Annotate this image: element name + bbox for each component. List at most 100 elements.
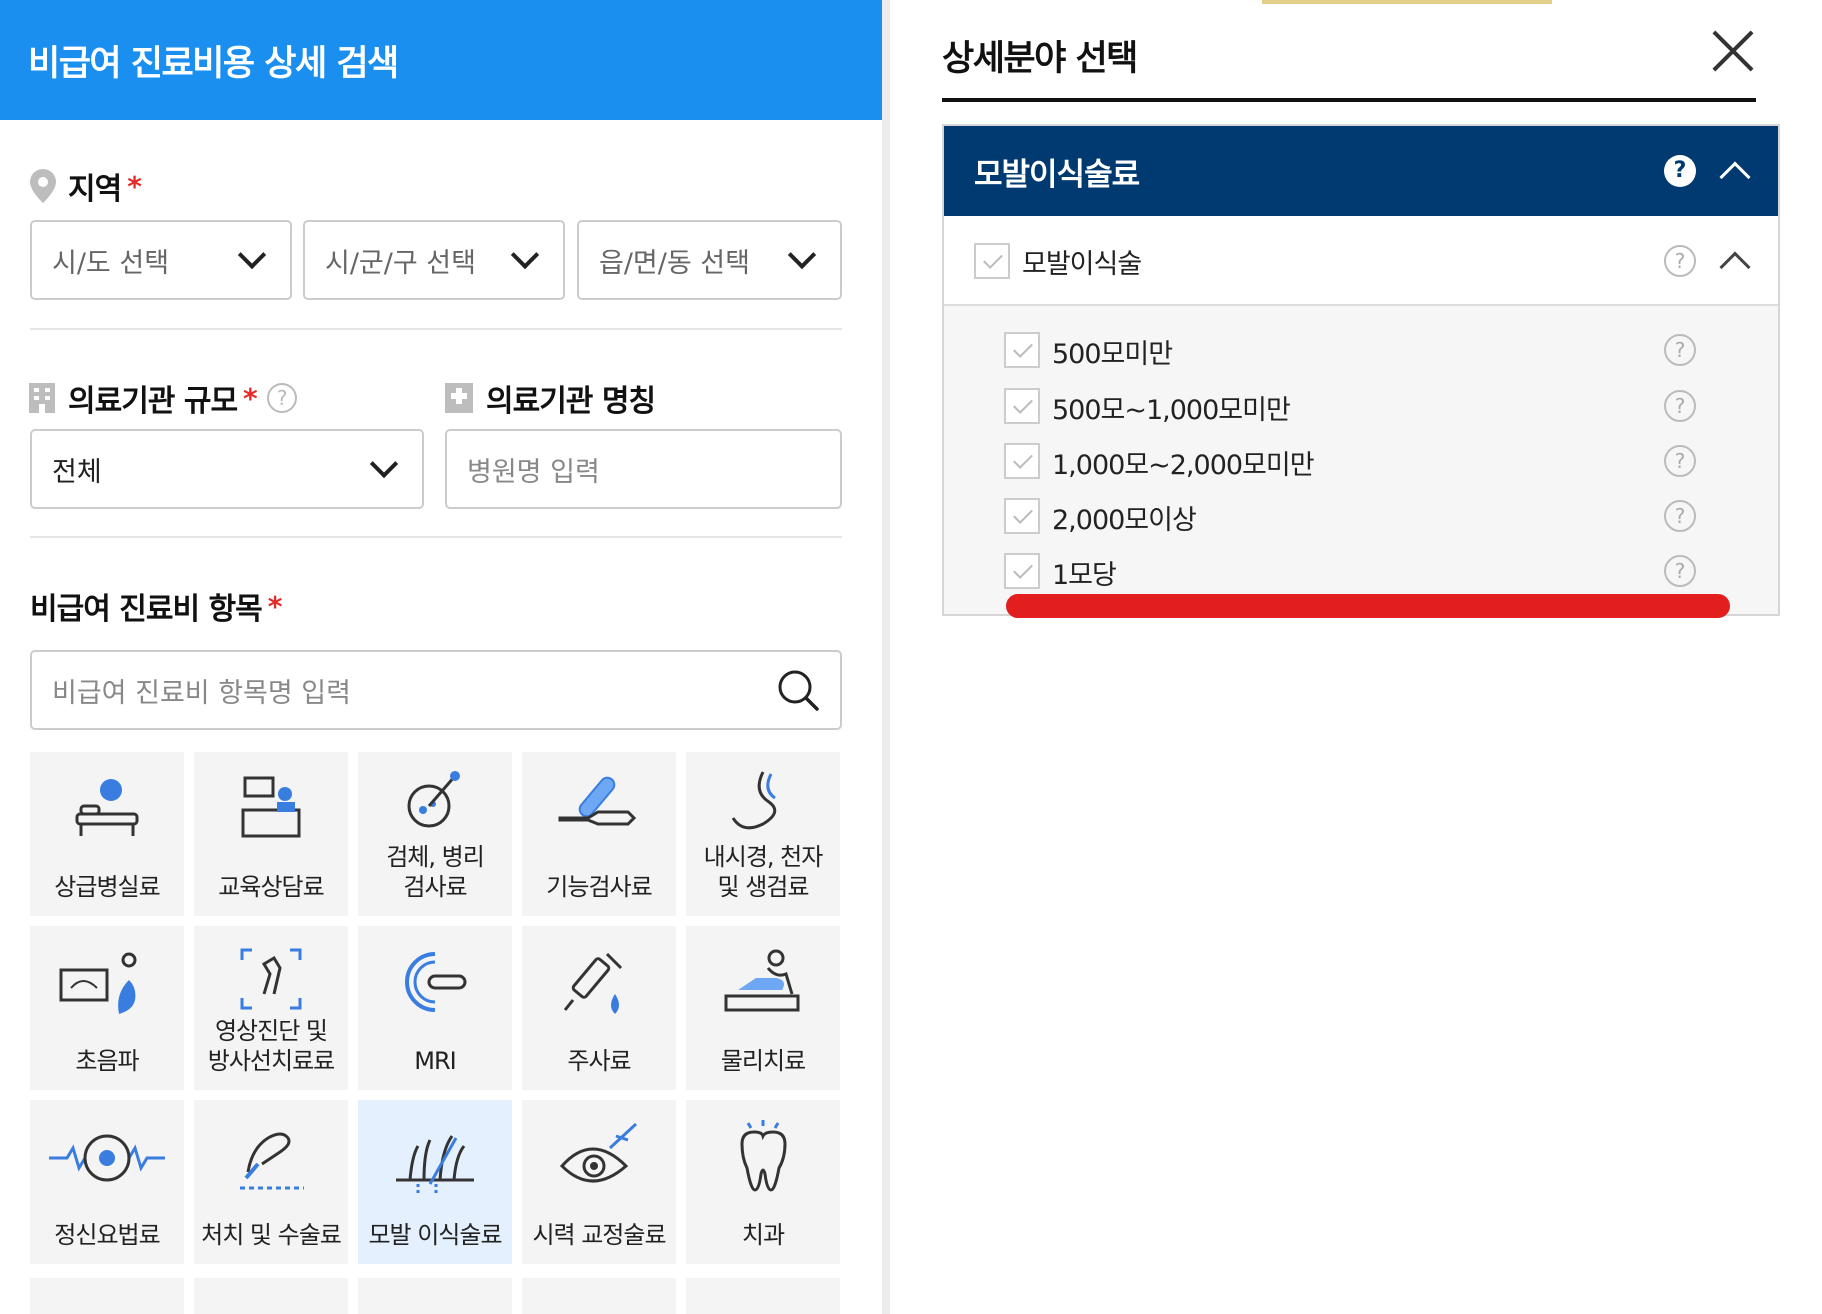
item-search-input[interactable]: 비급여 진료비 항목명 입력 [30,650,842,730]
option-checkbox[interactable] [1004,332,1040,368]
help-icon[interactable]: ? [266,383,297,413]
tile-function-test[interactable]: 기능검사료 [522,752,676,916]
tile-partial[interactable] [522,1278,676,1314]
tile-label: 물리치료 [720,1047,806,1075]
dong-select[interactable]: 읍/면/동 선택 [577,220,842,300]
tile-specimen[interactable]: 검체, 병리 검사료 [358,752,512,916]
items-label: 비급여 진료비 항목 * [30,584,283,628]
hospital-cross-icon [445,383,473,413]
item-search-placeholder: 비급여 진료비 항목명 입력 [52,677,351,709]
tile-ultrasound[interactable]: 초음파 [30,926,184,1090]
close-button[interactable] [1710,28,1756,74]
help-icon[interactable]: ? [1664,500,1696,532]
search-icon[interactable] [776,668,820,712]
tile-partial[interactable] [194,1278,348,1314]
hospital-bed-icon [30,770,184,850]
option-checkbox[interactable] [1004,388,1040,424]
category-header[interactable]: 모발이식술료 ? [944,126,1778,216]
option-checkbox[interactable] [1004,443,1040,479]
tile-partial[interactable] [30,1278,184,1314]
endoscope-icon [686,770,840,850]
eye-laser-icon [522,1118,676,1198]
function-test-icon [522,770,676,850]
tile-label: 주사료 [567,1047,631,1075]
tile-label: 영상진단 및 방사선치료료 [207,1017,335,1075]
detail-title: 상세분야 선택 [942,39,1138,79]
tile-label: 내시경, 천자 및 생검료 [703,843,824,901]
tile-row-partial [30,1278,842,1314]
tooth-icon [686,1118,840,1198]
tile-mri[interactable]: MRI [358,926,512,1090]
dong-select-text: 읍/면/동 선택 [599,247,750,279]
tile-label: 기능검사료 [546,873,652,901]
tile-label: 정신요법료 [54,1221,160,1249]
help-icon[interactable]: ? [1664,555,1696,587]
hospital-name-label-text: 의료기관 명칭 [486,384,656,419]
help-icon[interactable]: ? [1664,390,1696,422]
tile-partial[interactable] [358,1278,512,1314]
panel-header: 비급여 진료비용 상세 검색 [0,0,882,120]
category-name: 모발이식술료 [974,156,1140,193]
required-mark: * [127,169,142,203]
tile-label: 교육상담료 [218,873,324,901]
region-label: 지역 * [28,164,142,208]
specimen-test-icon [358,770,512,850]
tile-hair-transplant[interactable]: 모발 이식술료 [358,1100,512,1264]
panel-title: 비급여 진료비용 상세 검색 [28,43,399,84]
option-label: 1,000모~2,000모미만 [1052,450,1315,481]
required-mark: * [243,381,258,415]
tile-xray[interactable]: 영상진단 및 방사선치료료 [194,926,348,1090]
option-label: 1모당 [1052,560,1117,591]
chevron-up-icon[interactable] [1719,251,1751,283]
chevron-up-icon[interactable] [1719,161,1751,193]
items-label-text: 비급여 진료비 항목 [30,592,263,627]
chevron-down-icon [787,240,817,270]
tile-physio[interactable]: 물리치료 [686,926,840,1090]
brain-wave-icon [30,1118,184,1198]
hospital-name-input[interactable]: 병원명 입력 [445,429,842,509]
tile-label: 치과 [741,1221,785,1249]
top-accent-bar [1262,0,1552,4]
subcategory-checkbox[interactable] [974,243,1010,279]
sigungu-select[interactable]: 시/군/구 선택 [303,220,565,300]
tile-dental[interactable]: 치과 [686,1100,840,1264]
title-rule [942,98,1756,102]
hospital-size-label-text: 의료기관 규모 [68,384,238,419]
help-icon[interactable]: ? [1664,334,1696,366]
tile-injection[interactable]: 주사료 [522,926,676,1090]
section-divider [30,328,842,330]
tile-surgery[interactable]: 처치 및 수술료 [194,1100,348,1264]
sido-select[interactable]: 시/도 선택 [30,220,292,300]
help-icon[interactable]: ? [1664,155,1696,187]
chevron-down-icon [369,449,399,479]
counseling-desk-icon [194,770,348,850]
sigungu-select-text: 시/군/구 선택 [325,247,476,279]
hair-transplant-icon [358,1118,512,1198]
panel-separator [882,0,890,1314]
tile-vision-correction[interactable]: 시력 교정술료 [522,1100,676,1264]
tile-hospital-bed[interactable]: 상급병실료 [30,752,184,916]
tile-label: 상급병실료 [54,873,160,901]
hospital-size-label: 의료기관 규모 * ? [28,376,297,420]
surgery-hand-icon [194,1118,348,1198]
tile-psychotherapy[interactable]: 정신요법료 [30,1100,184,1264]
tile-label: 처치 및 수술료 [201,1221,342,1249]
detail-tree: 모발이식술료 ? 모발이식술 ? 500모미만 ? 500모~1,000모미만 … [942,124,1780,616]
tile-label: 검체, 병리 검사료 [386,843,485,901]
tile-endoscope[interactable]: 내시경, 천자 및 생검료 [686,752,840,916]
option-checkbox[interactable] [1004,498,1040,534]
hospital-size-select[interactable]: 전체 [30,429,424,509]
xray-icon [194,944,348,1024]
option-checkbox[interactable] [1004,553,1040,589]
help-icon[interactable]: ? [1664,445,1696,477]
physio-icon [686,944,840,1024]
option-label: 500모미만 [1052,339,1173,370]
tile-partial[interactable] [686,1278,840,1314]
tile-label: 시력 교정술료 [532,1221,666,1249]
tile-label: MRI [414,1047,456,1075]
subcategory-header[interactable]: 모발이식술 ? [944,216,1778,306]
tile-counseling[interactable]: 교육상담료 [194,752,348,916]
section-divider [30,536,842,538]
help-icon[interactable]: ? [1664,245,1696,277]
required-mark: * [267,589,283,623]
